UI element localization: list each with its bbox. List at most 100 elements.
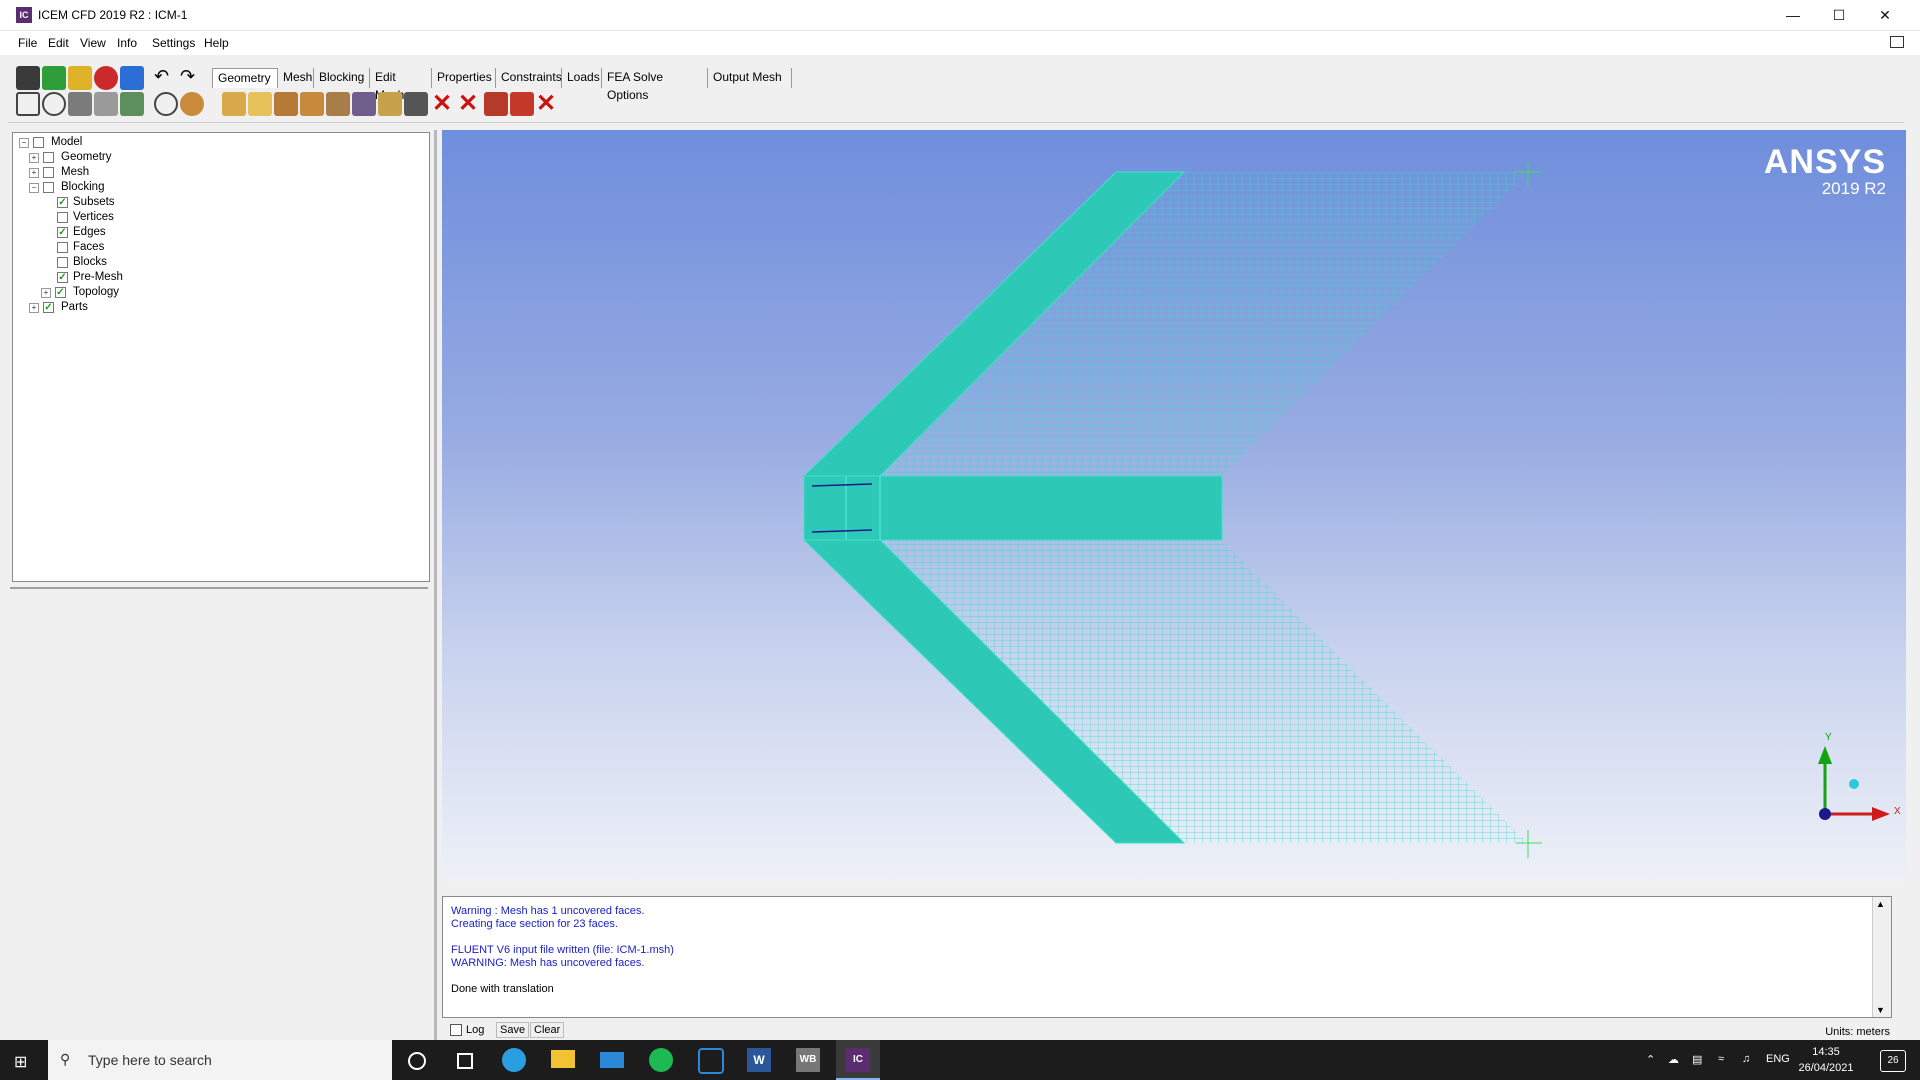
save-icon[interactable] [16,66,40,90]
menu-info[interactable]: Info [117,36,137,50]
wifi-icon[interactable]: ≈ [1718,1053,1724,1065]
brand-version: 2019 R2 [1821,179,1886,198]
notifications-icon[interactable]: 26 [1880,1050,1906,1072]
checkbox-icon[interactable]: ✓ [43,302,54,313]
windows-start-icon[interactable]: ⊞ [14,1052,27,1072]
word-icon[interactable]: W [743,1044,775,1076]
checkbox-icon[interactable]: ✓ [55,287,66,298]
scroll-down-icon[interactable]: ▼ [1876,1005,1885,1015]
tab-geometry[interactable]: Geometry [212,68,278,88]
collapse-icon[interactable]: − [19,138,29,148]
graphics-viewport[interactable]: Y X ANSYS 2019 R2 [442,130,1906,882]
menu-settings[interactable]: Settings [152,36,195,50]
taskbar-search[interactable]: ⚲ Type here to search [48,1040,392,1080]
create-body-icon[interactable] [300,92,324,116]
task-view-icon[interactable] [448,1044,480,1076]
fit-window-icon[interactable] [16,92,40,116]
clock[interactable]: 14:35 26/04/2021 [1786,1044,1866,1076]
create-surface-icon[interactable] [274,92,298,116]
sphere-icon[interactable] [154,92,178,116]
mesh-graphic [802,162,1890,858]
checkbox-icon[interactable]: ✓ [57,197,68,208]
checkbox-icon[interactable] [43,167,54,178]
undo-icon[interactable]: ↶ [154,66,169,87]
checkbox-icon[interactable] [43,182,54,193]
collapse-icon[interactable]: − [29,183,39,193]
workbench-icon[interactable]: WB [792,1044,824,1076]
checkbox-icon[interactable]: ✓ [57,272,68,283]
vertical-splitter[interactable] [434,130,437,1040]
scroll-up-icon[interactable]: ▲ [1876,899,1885,909]
checkbox-icon[interactable]: ✓ [57,227,68,238]
select-icon[interactable] [120,66,144,90]
refresh-icon[interactable] [42,66,66,90]
midsurface-icon[interactable] [404,92,428,116]
onedrive-icon[interactable]: ☁ [1668,1053,1679,1066]
model-tree: − Model + Geometry + Mesh − Blocking ✓ S… [12,132,430,582]
restore-panel-icon[interactable] [1890,36,1904,48]
menu-file[interactable]: File [18,36,37,50]
tab-blocking[interactable]: Blocking [314,68,370,88]
panel-divider[interactable] [10,587,428,589]
save-log-button[interactable]: Save [496,1022,530,1038]
taskbar: ⊞ ⚲ Type here to search W WB IC ⌃ ☁ ▤ ≈ … [0,1040,1920,1080]
tab-output-mesh[interactable]: Output Mesh [708,68,792,88]
checkbox-icon[interactable] [57,257,68,268]
volume-icon[interactable]: ♫ [1742,1053,1750,1065]
close-button[interactable]: ✕ [1862,0,1908,30]
tab-constraints[interactable]: Constraints [496,68,562,88]
expand-icon[interactable]: + [29,168,39,178]
minimize-button[interactable]: — [1770,0,1816,30]
log-checkbox[interactable] [450,1024,462,1036]
menu-edit[interactable]: Edit [48,36,69,50]
repair-geometry-icon[interactable] [326,92,350,116]
lightning-icon[interactable] [68,66,92,90]
delete-body-icon[interactable] [510,92,534,116]
checkbox-icon[interactable] [43,152,54,163]
redo-icon[interactable]: ↷ [180,66,195,87]
tab-loads[interactable]: Loads [562,68,602,88]
security-app-icon[interactable] [694,1044,726,1076]
delete-point-icon[interactable]: ✕ [432,92,452,116]
create-curve-icon[interactable] [248,92,272,116]
transform-icon[interactable] [352,92,376,116]
tab-mesh[interactable]: Mesh [278,68,314,88]
maximize-button[interactable]: ☐ [1816,0,1862,30]
create-point-icon[interactable] [222,92,246,116]
network-icon[interactable]: ▤ [1692,1053,1702,1066]
app-icon: IC [16,7,32,23]
measure-icon[interactable] [68,92,92,116]
show-hidden-icons-icon[interactable]: ⌃ [1646,1053,1655,1066]
search-placeholder: Type here to search [88,1052,212,1068]
tab-fea-solve-options[interactable]: FEA Solve Options [602,68,708,102]
record-icon[interactable] [94,66,118,90]
tree-label: Blocks [73,256,107,268]
spotify-icon[interactable] [645,1044,677,1076]
cortana-icon[interactable] [400,1044,432,1076]
mail-icon[interactable] [596,1044,628,1076]
distance-icon[interactable] [94,92,118,116]
checkbox-icon[interactable] [33,137,44,148]
view-icon[interactable] [120,92,144,116]
faceted-icon[interactable] [378,92,402,116]
tab-properties[interactable]: Properties [432,68,496,88]
file-explorer-icon[interactable] [547,1044,579,1076]
edge-icon[interactable] [498,1044,530,1076]
expand-icon[interactable]: + [29,303,39,313]
expand-icon[interactable]: + [41,288,51,298]
expand-icon[interactable]: + [29,153,39,163]
icem-taskbar-icon[interactable]: IC [836,1040,880,1080]
message-scrollbar[interactable]: ▲ ▼ [1872,897,1891,1017]
delete-surface-icon[interactable] [484,92,508,116]
tree-label: Model [51,136,83,148]
menu-help[interactable]: Help [204,36,229,50]
checkbox-icon[interactable] [57,212,68,223]
solid-sphere-icon[interactable] [180,92,204,116]
delete-any-icon[interactable]: ✕ [536,92,556,116]
checkbox-icon[interactable] [57,242,68,253]
tab-edit-mesh[interactable]: Edit Mesh [370,68,432,102]
delete-curve-icon[interactable]: ✕ [458,92,478,116]
zoom-icon[interactable] [42,92,66,116]
menu-view[interactable]: View [80,36,106,50]
clear-log-button[interactable]: Clear [530,1022,565,1038]
